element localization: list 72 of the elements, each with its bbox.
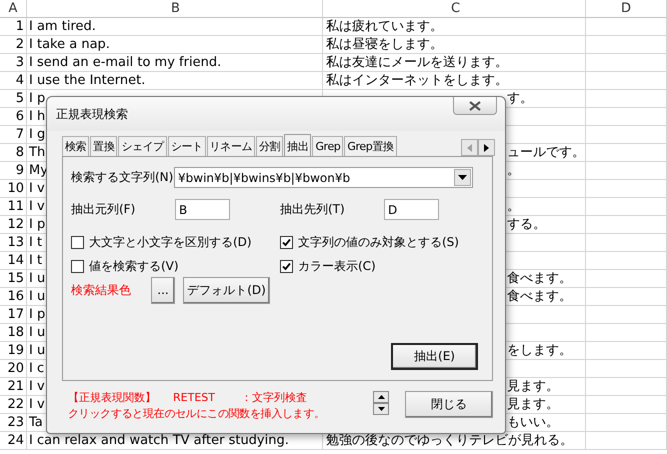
default-button[interactable]: デフォルト(D) (183, 276, 270, 304)
checkmark-icon (282, 238, 291, 246)
dropdown-button[interactable] (454, 169, 471, 186)
tab[interactable]: シート (168, 136, 206, 156)
close-dialog-button[interactable]: 閉じる (405, 391, 493, 418)
close-button[interactable] (453, 97, 497, 115)
checkbox[interactable] (280, 236, 293, 248)
row-number: 9 (0, 162, 27, 180)
column-header[interactable]: B (27, 0, 323, 18)
row-number: 15 (0, 270, 27, 288)
row-number: 2 (0, 36, 27, 54)
row-number: 16 (0, 288, 27, 306)
row-number: 24 (0, 432, 27, 450)
table-cell: 私は疲れています。 (323, 18, 586, 36)
tab[interactable]: 分割 (256, 136, 284, 156)
row-number: 1 (0, 18, 27, 36)
row-number: 13 (0, 234, 27, 252)
column-header[interactable]: C (323, 0, 586, 18)
checkbox[interactable] (71, 236, 84, 248)
row-number: 22 (0, 396, 27, 414)
row-number: 23 (0, 414, 27, 432)
column-header[interactable]: A (0, 0, 27, 18)
extract-button[interactable]: 抽出(E) (391, 343, 478, 370)
row-number: 21 (0, 378, 27, 396)
right-arrow-icon (484, 144, 489, 152)
table-cell: I use the Internet. (27, 72, 323, 90)
row-number: 19 (0, 342, 27, 360)
input-field[interactable]: D (384, 199, 439, 220)
down-arrow-icon (378, 407, 384, 411)
checkbox[interactable] (280, 260, 293, 272)
spin-down-button[interactable] (373, 403, 389, 415)
table-cell: I am tired. (27, 18, 323, 36)
row-number: 20 (0, 360, 27, 378)
table-cell: I take a nap. (27, 36, 323, 54)
tab[interactable]: シェイプ (118, 136, 167, 156)
tab[interactable]: リネーム (206, 136, 256, 156)
field-label: 抽出元列(F) (71, 201, 136, 218)
row-number: 10 (0, 180, 27, 198)
row-number: 5 (0, 90, 27, 108)
tab[interactable]: Grep置換 (344, 136, 397, 156)
row-number: 7 (0, 126, 27, 144)
spin-up-button[interactable] (373, 391, 389, 403)
up-arrow-icon (378, 395, 384, 399)
search-combobox[interactable]: ¥bwin¥b|¥bwins¥b|¥bwon¥b (174, 167, 473, 188)
row-number: 12 (0, 216, 27, 234)
row-number: 4 (0, 72, 27, 90)
table-cell: 私は友達にメールを送ります。 (323, 54, 586, 72)
checkbox[interactable] (71, 260, 84, 272)
window-title: 正規表現検索 (56, 106, 128, 123)
column-header[interactable]: D (586, 0, 667, 18)
row-number: 11 (0, 198, 27, 216)
row-number: 14 (0, 252, 27, 270)
table-cell: 私はインターネットをします。 (323, 72, 586, 90)
table-cell: 私は昼寝をします。 (323, 36, 586, 54)
tab[interactable]: Grep (312, 136, 344, 156)
color-picker-button[interactable]: ... (151, 276, 175, 304)
checkbox-label: 大文字と小文字を区別する(D) (89, 234, 252, 250)
checkmark-icon (282, 262, 291, 270)
row-number: 3 (0, 54, 27, 72)
tab[interactable]: 検索 (62, 136, 90, 156)
input-field[interactable]: B (175, 199, 230, 220)
tab-scroll-right-button[interactable] (478, 139, 495, 156)
row-number: 8 (0, 144, 27, 162)
row-number: 18 (0, 324, 27, 342)
caret-icon (458, 175, 467, 180)
tab[interactable]: 抽出 (284, 134, 312, 157)
close-icon (469, 100, 481, 110)
row-number: 17 (0, 306, 27, 324)
tab[interactable]: 置換 (90, 136, 118, 156)
left-arrow-icon (467, 144, 472, 152)
row-number: 6 (0, 108, 27, 126)
table-cell: I send an e-mail to my friend. (27, 54, 323, 72)
